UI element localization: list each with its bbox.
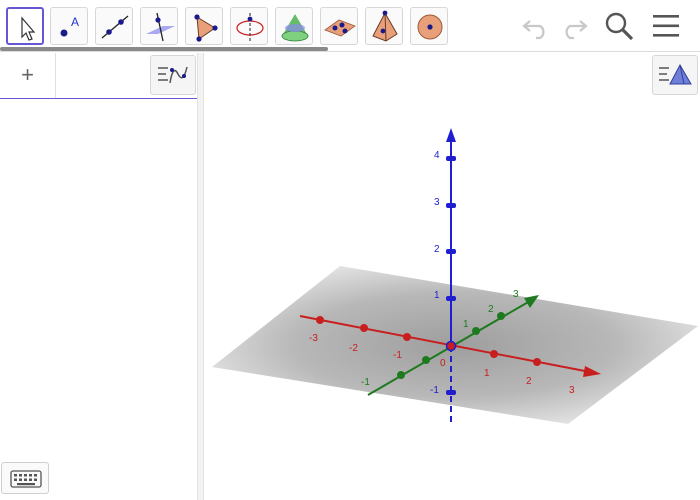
menu-button[interactable] [648,8,684,44]
circle-axis-icon [236,13,264,41]
point-tool-button[interactable]: A [50,7,88,45]
algebra-style-button[interactable] [150,55,196,95]
polygon-icon [194,14,218,42]
z-tick-label: 1 [434,290,440,301]
point-icon: A [60,15,79,37]
z-tick-label: 3 [434,197,440,208]
z-axis-arrow [446,128,456,142]
algebra-style-icon [158,66,188,84]
search-button[interactable] [601,8,637,44]
perpendicular-line-tool-button[interactable] [140,7,178,45]
origin-point [445,340,457,352]
y-tick-label: 3 [513,289,519,300]
graphics-3d-view[interactable]: 4 3 2 1 -1 -3 -2 -1 1 2 3 -1 1 2 3 0 [204,53,700,500]
cone-tool-button[interactable] [275,7,313,45]
search-icon [605,12,634,41]
perpendicular-line-icon [146,12,175,42]
plane-tool-button[interactable] [320,7,358,45]
z-tick: 2 [434,244,456,255]
x-tick-label: -1 [393,350,402,361]
move-tool-button[interactable] [6,7,44,45]
z-tick-label: 4 [434,150,440,161]
graphics-3d-canvas[interactable]: 4 3 2 1 -1 -3 -2 -1 1 2 3 -1 1 2 3 0 [204,53,700,500]
add-input-button[interactable]: + [0,53,56,98]
algebra-input-row[interactable]: + [0,53,197,99]
toolbar-scroll-indicator[interactable] [0,47,328,51]
redo-button[interactable] [556,8,592,44]
line-icon [101,15,129,39]
y-tick-label: 2 [488,304,494,315]
origin-label: 0 [440,358,446,369]
y-tick [422,356,430,364]
cone-icon [281,14,309,42]
sphere-tool-button[interactable] [410,7,448,45]
x-tick-label: -2 [349,343,358,354]
y-tick-label: -1 [361,377,370,388]
hamburger-menu-icon [653,15,679,37]
pyramid-icon [372,10,398,42]
x-tick-label: 1 [484,368,490,379]
graphics-style-button[interactable] [652,55,698,95]
move-arrow-icon [21,16,36,41]
x-tick-label: -3 [309,333,318,344]
pyramid-tool-button[interactable] [365,7,403,45]
view-splitter[interactable] [197,53,204,500]
z-tick: 4 [434,150,456,161]
x-tick: 3 [569,385,575,396]
circle-axis-tool-button[interactable] [230,7,268,45]
sphere-icon [417,14,443,40]
x-tick-label: 2 [526,376,532,387]
z-tick-label: 2 [434,244,440,255]
redo-icon [565,20,588,40]
z-tick-label: -1 [430,385,439,396]
x-tick-label: 3 [569,385,575,396]
y-tick: 3 [513,289,519,300]
graphics-style-icon [659,63,692,85]
y-tick-label: 1 [463,319,469,330]
svg-text:A: A [71,15,79,29]
z-tick: 3 [434,197,456,208]
keyboard-icon [10,470,42,488]
polygon-tool-button[interactable] [185,7,223,45]
undo-button[interactable] [518,8,554,44]
toolbar: A [0,0,700,52]
algebra-view[interactable]: + [0,53,197,500]
plane-icon [324,19,356,37]
line-tool-button[interactable] [95,7,133,45]
undo-icon [522,20,545,40]
keyboard-button[interactable] [1,462,49,494]
